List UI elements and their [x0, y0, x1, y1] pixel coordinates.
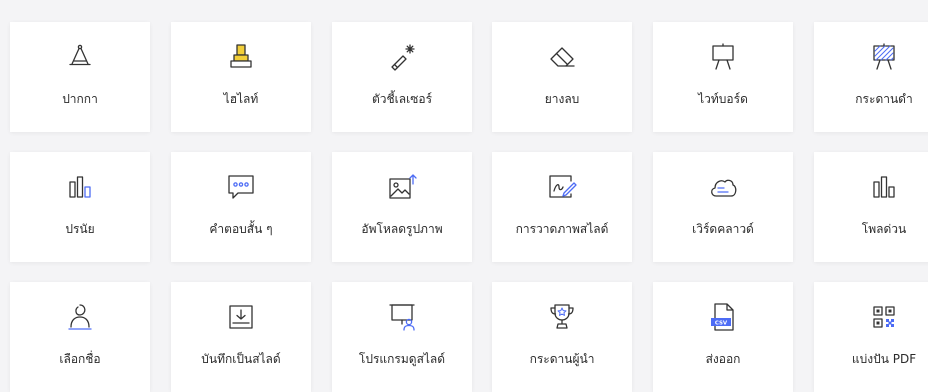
laser-pointer-icon	[387, 42, 417, 72]
tool-tile-multiple-choice[interactable]: ปรนัย	[10, 152, 150, 262]
tool-label: ไวท์บอร์ด	[698, 92, 748, 106]
tool-label: กระดานดำ	[855, 92, 913, 106]
tool-label: ส่งออก	[705, 352, 741, 366]
slide-drawing-icon	[547, 172, 577, 202]
tool-tile-quick-poll[interactable]: โพลด่วน	[814, 152, 928, 262]
tool-tile-laser-pointer[interactable]: ตัวชี้เลเซอร์	[332, 22, 472, 132]
tool-label: เวิร์ดคลาวด์	[692, 222, 754, 236]
tool-label: ปรนัย	[65, 222, 95, 236]
bar-chart-icon	[65, 172, 95, 202]
qr-share-icon	[869, 302, 899, 332]
tool-label: บันทึกเป็นสไลด์	[201, 352, 281, 366]
tool-tile-pick-name[interactable]: เลือกชื่อ	[10, 282, 150, 392]
slide-viewer-icon	[387, 302, 417, 332]
tool-label: ปากกา	[62, 92, 98, 106]
pen-icon	[65, 42, 95, 72]
tool-tile-export[interactable]: CSV ส่งออก	[653, 282, 793, 392]
image-upload-icon	[387, 172, 417, 202]
whiteboard-icon	[708, 42, 738, 72]
tool-label: กระดานผู้นำ	[529, 352, 595, 366]
blackboard-icon	[869, 42, 899, 72]
tool-label: ยางลบ	[544, 92, 580, 106]
tool-tile-leaderboard[interactable]: กระดานผู้นำ	[492, 282, 632, 392]
tool-label: อัพโหลดรูปภาพ	[361, 222, 443, 236]
tool-label: โพลด่วน	[861, 222, 907, 236]
eraser-icon	[547, 42, 577, 72]
tool-tile-share-pdf[interactable]: แบ่งปัน PDF	[814, 282, 928, 392]
tool-tile-blackboard[interactable]: กระดานดำ	[814, 22, 928, 132]
tool-tile-slide-drawing[interactable]: การวาดภาพสไลด์	[492, 152, 632, 262]
tool-label: แบ่งปัน PDF	[851, 352, 917, 366]
tool-tile-upload-image[interactable]: อัพโหลดรูปภาพ	[332, 152, 472, 262]
tool-label: ตัวชี้เลเซอร์	[371, 92, 433, 106]
highlighter-icon	[226, 42, 256, 72]
tool-label: โปรแกรมดูสไลด์	[358, 352, 446, 366]
save-as-slide-icon	[226, 302, 256, 332]
csv-export-icon: CSV	[708, 302, 738, 332]
leaderboard-icon	[547, 302, 577, 332]
tool-label: เลือกชื่อ	[59, 352, 101, 366]
tool-label: การวาดภาพสไลด์	[515, 222, 609, 236]
tool-tile-save-as-slide[interactable]: บันทึกเป็นสไลด์	[171, 282, 311, 392]
pick-name-icon	[65, 302, 95, 332]
tool-label: คำตอบสั้น ๆ	[209, 222, 273, 236]
tool-tile-short-answer[interactable]: คำตอบสั้น ๆ	[171, 152, 311, 262]
tool-tile-slide-viewer[interactable]: โปรแกรมดูสไลด์	[332, 282, 472, 392]
tool-tile-pen[interactable]: ปากกา	[10, 22, 150, 132]
tools-grid: ปากกา ไฮไลท์ ตัวชี้เลเซอร์ ยางลบ ไวท์บอร…	[0, 0, 928, 392]
word-cloud-icon	[708, 172, 738, 202]
csv-badge-text: CSV	[715, 320, 728, 326]
tool-tile-whiteboard[interactable]: ไวท์บอร์ด	[653, 22, 793, 132]
tool-tile-eraser[interactable]: ยางลบ	[492, 22, 632, 132]
chat-bubble-icon	[226, 172, 256, 202]
quick-poll-icon	[869, 172, 899, 202]
tool-tile-word-cloud[interactable]: เวิร์ดคลาวด์	[653, 152, 793, 262]
tool-tile-highlighter[interactable]: ไฮไลท์	[171, 22, 311, 132]
tool-label: ไฮไลท์	[223, 92, 259, 106]
